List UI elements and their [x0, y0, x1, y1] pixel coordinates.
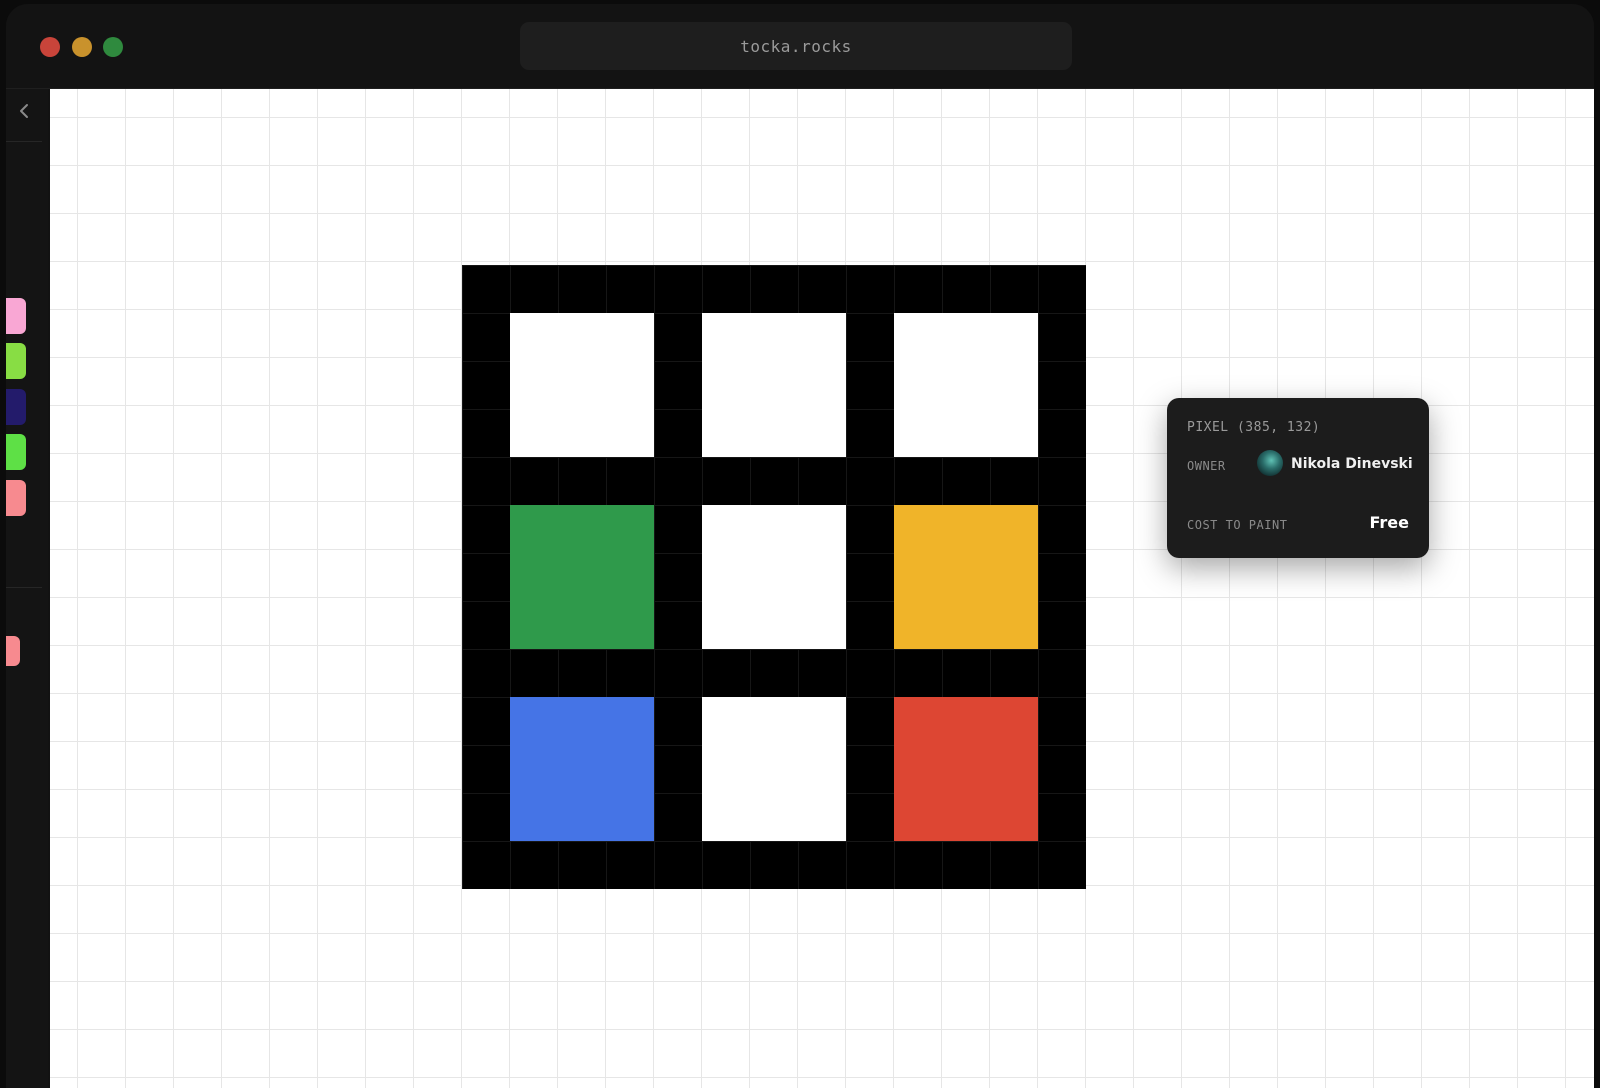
- pixel-cell[interactable]: [702, 505, 846, 649]
- pixel-cell[interactable]: [702, 697, 846, 841]
- title-bar: tocka.rocks: [6, 4, 1594, 89]
- color-swatch-recent[interactable]: [6, 636, 20, 666]
- pixel-cell[interactable]: [894, 505, 1038, 649]
- color-swatch-green[interactable]: [6, 434, 26, 470]
- pixel-info-tooltip: PIXEL (385, 132) OWNER Nikola Dinevski C…: [1167, 398, 1429, 558]
- color-sidebar: [6, 89, 48, 1088]
- color-swatch-lime[interactable]: [6, 343, 26, 379]
- minimize-window-button[interactable]: [72, 37, 92, 57]
- pixel-cell[interactable]: [894, 313, 1038, 457]
- owner-name[interactable]: Nikola Dinevski: [1291, 456, 1413, 472]
- pixel-cell[interactable]: [510, 313, 654, 457]
- owner-label: OWNER: [1187, 459, 1226, 473]
- pixel-canvas[interactable]: PIXEL (385, 132) OWNER Nikola Dinevski C…: [50, 89, 1594, 1088]
- chevron-left-icon: [20, 104, 28, 118]
- cost-label: COST TO PAINT: [1187, 518, 1288, 532]
- pixel-artwork: [462, 265, 1086, 889]
- pixel-cell[interactable]: [702, 313, 846, 457]
- sidebar-divider-bottom: [6, 587, 42, 588]
- color-swatch-pink[interactable]: [6, 298, 26, 334]
- back-button[interactable]: [12, 99, 36, 123]
- browser-window: tocka.rocks PIXEL (385, 132) OWNER Nikol…: [6, 4, 1594, 1088]
- cost-value: Free: [1369, 513, 1410, 532]
- pixel-cell[interactable]: [510, 505, 654, 649]
- address-bar[interactable]: tocka.rocks: [520, 22, 1072, 70]
- color-swatch-navy[interactable]: [6, 389, 26, 425]
- sidebar-divider-top: [6, 141, 42, 142]
- pixel-cell[interactable]: [894, 697, 1038, 841]
- pixel-cell[interactable]: [510, 697, 654, 841]
- owner-avatar: [1257, 450, 1283, 476]
- close-window-button[interactable]: [40, 37, 60, 57]
- color-swatch-salmon[interactable]: [6, 480, 26, 516]
- pixel-coordinates: PIXEL (385, 132): [1187, 420, 1321, 435]
- zoom-window-button[interactable]: [103, 37, 123, 57]
